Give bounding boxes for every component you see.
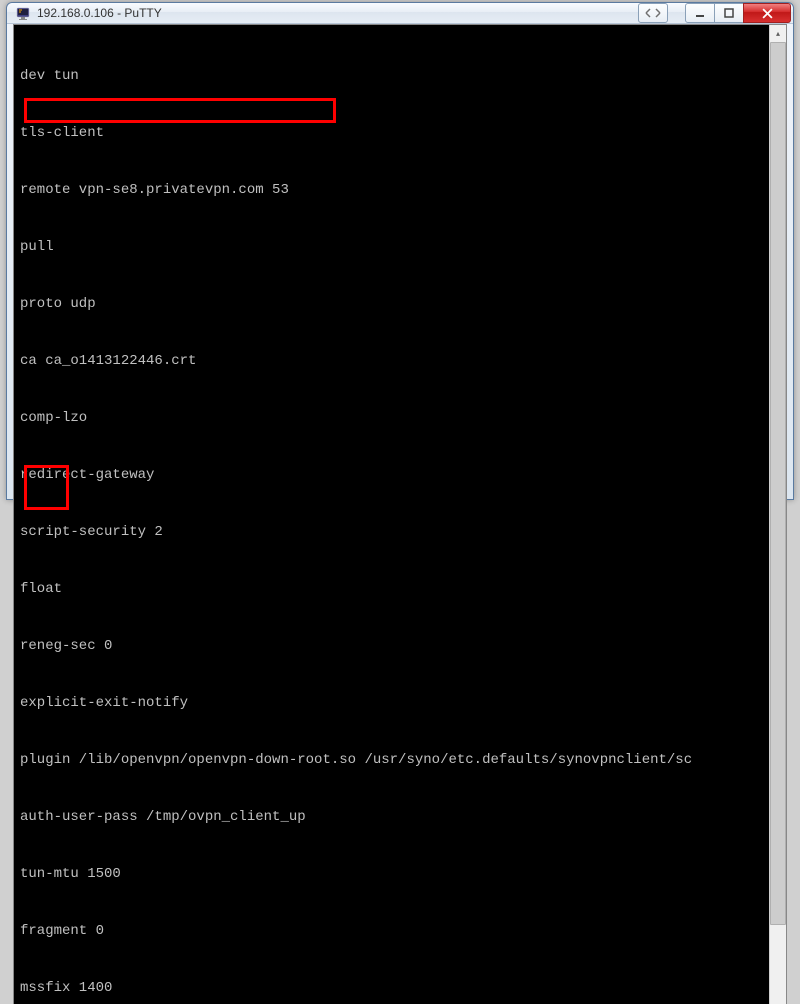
term-line: reneg-sec 0 [20, 637, 763, 656]
term-line: redirect-gateway [20, 466, 763, 485]
term-line: tun-mtu 1500 [20, 865, 763, 884]
terminal-content[interactable]: dev tun tls-client remote vpn-se8.privat… [14, 25, 769, 1004]
term-line: auth-user-pass /tmp/ovpn_client_up [20, 808, 763, 827]
scroll-thumb[interactable] [770, 42, 786, 925]
terminal-area: dev tun tls-client remote vpn-se8.privat… [13, 24, 787, 1004]
term-line: plugin /lib/openvpn/openvpn-down-root.so… [20, 751, 763, 770]
vertical-scrollbar[interactable]: ▴ ▾ [769, 25, 786, 1004]
term-line: remote vpn-se8.privatevpn.com 53 [20, 181, 763, 200]
putty-icon [15, 5, 31, 21]
term-line: proto udp [20, 295, 763, 314]
minimize-button[interactable] [685, 3, 715, 23]
close-button[interactable] [743, 3, 791, 23]
titlebar[interactable]: 192.168.0.106 - PuTTY [7, 3, 793, 24]
term-line: fragment 0 [20, 922, 763, 941]
window-controls [686, 3, 791, 23]
term-line: pull [20, 238, 763, 257]
term-line: float [20, 580, 763, 599]
term-line: script-security 2 [20, 523, 763, 542]
scroll-up-icon[interactable]: ▴ [770, 25, 786, 42]
term-line: tls-client [20, 124, 763, 143]
term-line: dev tun [20, 67, 763, 86]
window-title: 192.168.0.106 - PuTTY [37, 6, 162, 20]
putty-window: 192.168.0.106 - PuTTY dev tun tls-client… [6, 2, 794, 500]
term-line: mssfix 1400 [20, 979, 763, 998]
term-line: comp-lzo [20, 409, 763, 428]
term-line: ca ca_o1413122446.crt [20, 352, 763, 371]
maximize-button[interactable] [714, 3, 744, 23]
term-line: explicit-exit-notify [20, 694, 763, 713]
resize-handle-icon[interactable] [638, 3, 668, 23]
annotation-highlight-remote [24, 98, 336, 123]
